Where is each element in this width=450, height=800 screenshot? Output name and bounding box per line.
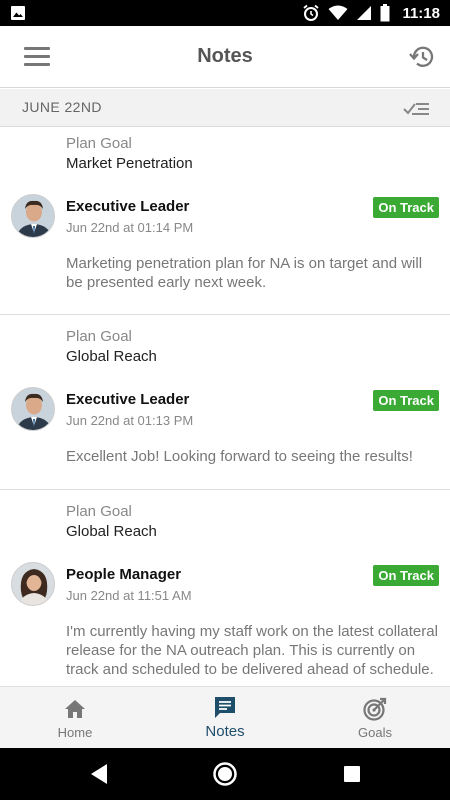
alarm-icon <box>303 4 320 21</box>
back-icon[interactable] <box>89 763 109 785</box>
avatar <box>11 194 55 238</box>
note-card[interactable]: Plan Goal Global Reach People Manager On… <box>0 490 450 686</box>
page-title: Notes <box>197 45 253 67</box>
goal-name: Global Reach <box>66 523 157 540</box>
note-author: People Manager <box>66 566 182 583</box>
notes-icon <box>215 697 235 718</box>
image-notification-icon <box>11 6 25 20</box>
executive-avatar-image <box>12 195 54 237</box>
cell-signal-icon <box>357 6 372 20</box>
goal-label: Plan Goal <box>66 135 132 152</box>
notes-list[interactable]: Plan Goal Market Penetration Executive L… <box>0 128 450 686</box>
note-timestamp: Jun 22nd at 11:51 AM <box>66 588 192 603</box>
note-card[interactable]: Plan Goal Global Reach Executive Leader … <box>0 315 450 490</box>
nav-home[interactable]: Home <box>0 687 150 749</box>
status-badge: On Track <box>373 565 439 586</box>
recents-icon[interactable] <box>343 765 361 783</box>
battery-icon <box>380 4 390 22</box>
home-circle-icon[interactable] <box>212 761 238 787</box>
section-date: JUNE 22ND <box>22 99 102 115</box>
manager-avatar-image <box>12 563 54 605</box>
status-bar: 11:18 <box>0 0 450 26</box>
note-body: Marketing penetration plan for NA is on … <box>66 255 423 291</box>
clock-time: 11:18 <box>402 4 440 22</box>
avatar <box>11 387 55 431</box>
note-timestamp: Jun 22nd at 01:13 PM <box>66 413 194 428</box>
avatar <box>11 562 55 606</box>
date-section-header: JUNE 22ND <box>0 89 450 127</box>
check-filter-icon[interactable] <box>402 98 432 118</box>
executive-avatar-image <box>12 388 54 430</box>
home-icon <box>65 700 85 718</box>
bottom-navigation: Home Notes Goals <box>0 686 450 748</box>
nav-goals-label: Goals <box>358 725 392 740</box>
nav-goals[interactable]: Goals <box>300 687 450 749</box>
goal-name: Global Reach <box>66 348 157 365</box>
history-icon[interactable] <box>408 43 436 71</box>
system-navigation-bar <box>0 748 450 800</box>
note-timestamp: Jun 22nd at 01:14 PM <box>66 220 194 235</box>
note-author: Executive Leader <box>66 391 190 408</box>
note-card[interactable]: Plan Goal Market Penetration Executive L… <box>0 128 450 315</box>
note-author: Executive Leader <box>66 198 190 215</box>
goal-name: Market Penetration <box>66 155 193 172</box>
nav-notes-label: Notes <box>205 723 245 740</box>
status-badge: On Track <box>373 197 439 218</box>
nav-home-label: Home <box>57 725 93 740</box>
app-bar: Notes <box>0 26 450 88</box>
note-body: Excellent Job! Looking forward to seeing… <box>66 448 413 465</box>
goal-label: Plan Goal <box>66 328 132 345</box>
goal-label: Plan Goal <box>66 503 132 520</box>
wifi-icon <box>328 5 348 20</box>
nav-notes[interactable]: Notes <box>150 687 300 749</box>
target-icon <box>363 697 387 721</box>
note-body: I'm currently having my staff work on th… <box>66 623 438 678</box>
status-badge: On Track <box>373 390 439 411</box>
